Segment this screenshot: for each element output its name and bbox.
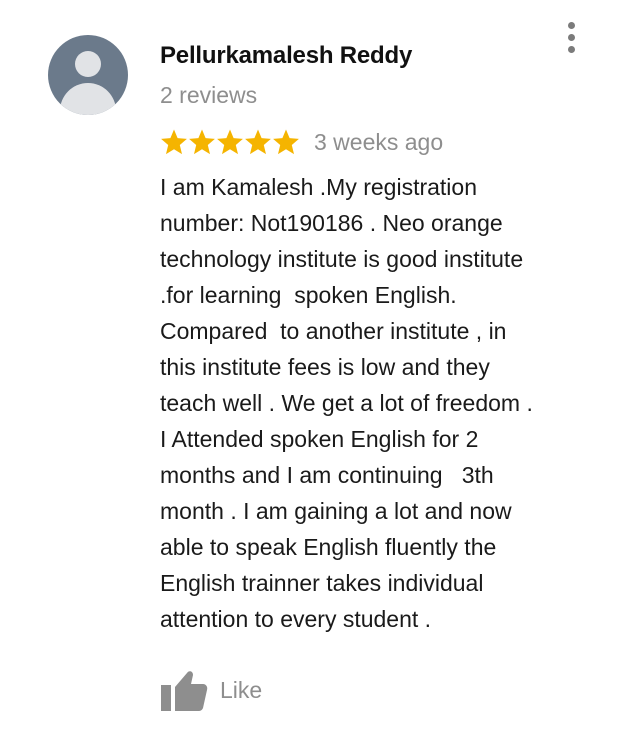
review-text-line: I Attended spoken English for 2 (160, 426, 479, 452)
author-name[interactable]: Pellurkamalesh Reddy (160, 42, 412, 70)
star-icon (272, 128, 300, 156)
avatar-head-shape (75, 51, 101, 77)
author-avatar[interactable] (48, 35, 128, 115)
star-rating (160, 128, 300, 156)
author-review-count: 2 reviews (160, 82, 258, 108)
like-button[interactable]: Like (160, 668, 262, 712)
more-options-button[interactable] (560, 22, 584, 54)
review-text-line: Compared to another institute , in (160, 318, 507, 344)
review-text-line: able to speak English fluently the (160, 534, 497, 560)
review-time: 3 weeks ago (314, 128, 444, 155)
star-icon (188, 128, 216, 156)
review-text-line: months and I am continuing 3th (160, 462, 494, 488)
review-text-line: technology institute is good institute (160, 246, 524, 272)
review-text-line: English trainner takes individual (160, 570, 484, 596)
review-text-line: teach well . We get a lot of freedom . (160, 390, 533, 416)
review-text-line: I am Kamalesh .My registration (160, 174, 478, 200)
star-icon (160, 128, 188, 156)
review-text-line: month . I am gaining a lot and now (160, 498, 512, 524)
review-text-line: attention to every student . (160, 606, 432, 632)
review-text: I am Kamalesh .My registration number: No… (160, 169, 600, 637)
more-vertical-icon-dot (568, 46, 575, 53)
like-label: Like (220, 676, 263, 703)
review-text-line: .for learning spoken English. (160, 282, 457, 308)
star-icon (244, 128, 272, 156)
review-text-line: this institute fees is low and they (160, 354, 490, 380)
more-vertical-icon-dot (568, 34, 575, 41)
thumbs-up-icon (161, 671, 208, 711)
more-vertical-icon (568, 22, 575, 29)
avatar-shoulders-shape (60, 83, 116, 115)
star-icon (216, 128, 244, 156)
review-text-line: number: Not190186 . Neo orange (160, 210, 503, 236)
review-card: Pellurkamalesh Reddy 2 reviews 3 weeks a… (0, 0, 640, 747)
rating-row: 3 weeks ago (160, 124, 443, 160)
